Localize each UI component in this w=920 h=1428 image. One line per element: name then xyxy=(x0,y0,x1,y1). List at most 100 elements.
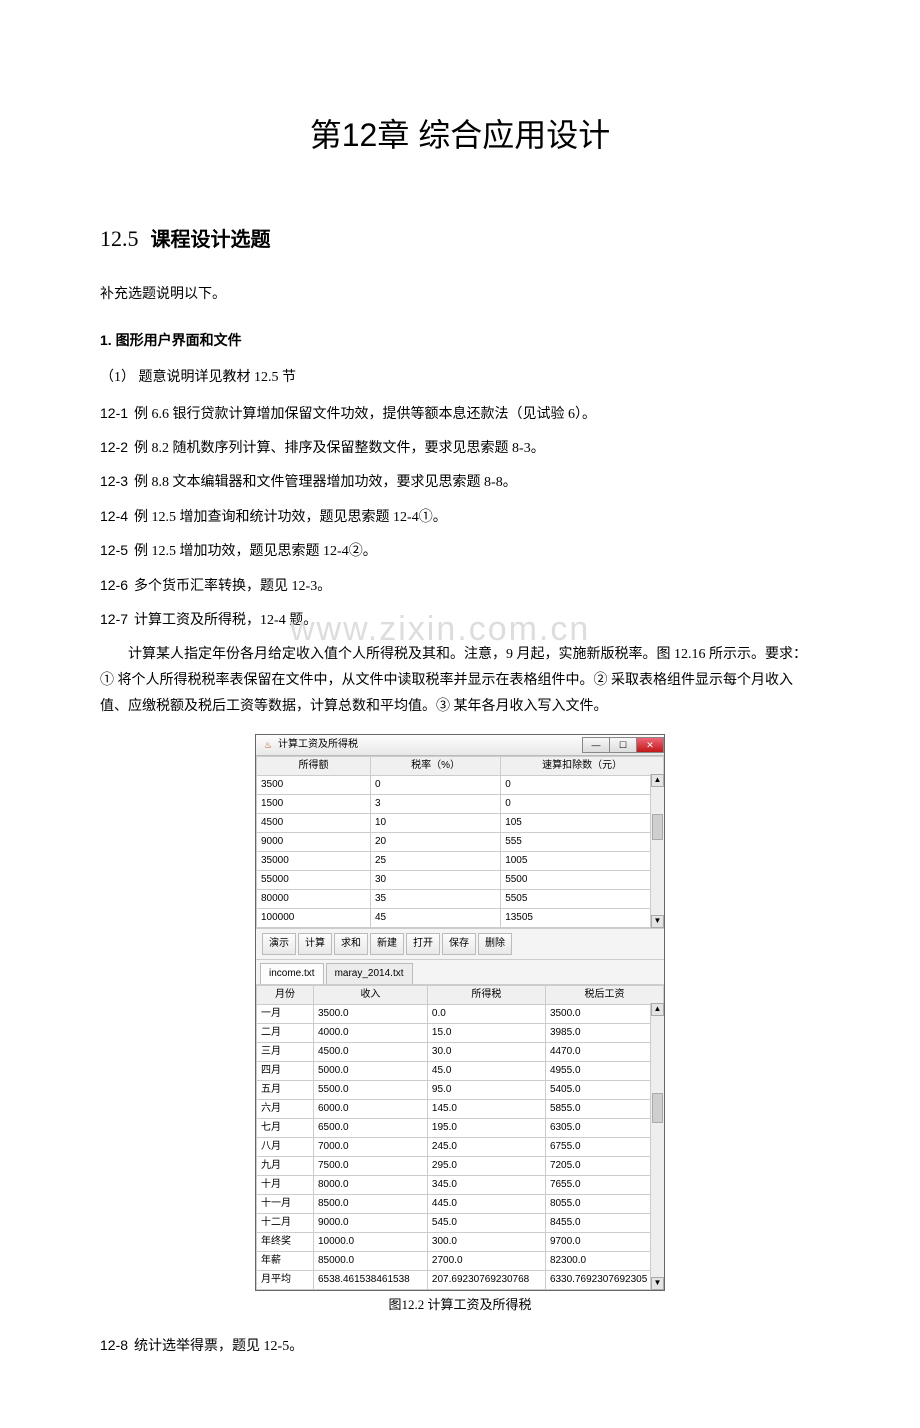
table-cell[interactable]: 100000 xyxy=(257,908,371,927)
table-cell[interactable]: 45 xyxy=(370,908,500,927)
table-cell[interactable]: 3985.0 xyxy=(545,1023,663,1042)
table-cell[interactable]: 45.0 xyxy=(427,1061,545,1080)
scroll-down-icon[interactable]: ▼ xyxy=(651,915,664,928)
table-cell[interactable]: 8500.0 xyxy=(313,1194,427,1213)
table-row[interactable]: 十一月8500.0445.08055.0 xyxy=(257,1194,664,1213)
scrollbar[interactable]: ▲ ▼ xyxy=(650,1003,664,1290)
table-cell[interactable]: 月平均 xyxy=(257,1270,314,1289)
sum-button[interactable]: 求和 xyxy=(334,933,368,955)
col-header[interactable]: 收入 xyxy=(313,985,427,1004)
table-row[interactable]: 月平均6538.461538461538207.6923076923076863… xyxy=(257,1270,664,1289)
table-cell[interactable]: 0 xyxy=(370,775,500,794)
table-row[interactable]: 1000004513505 xyxy=(257,908,664,927)
table-cell[interactable]: 0.0 xyxy=(427,1004,545,1023)
calc-button[interactable]: 计算 xyxy=(298,933,332,955)
table-cell[interactable]: 445.0 xyxy=(427,1194,545,1213)
table-cell[interactable]: 8000.0 xyxy=(313,1175,427,1194)
table-row[interactable]: 150030 xyxy=(257,794,664,813)
table-cell[interactable]: 十二月 xyxy=(257,1213,314,1232)
close-button[interactable]: ✕ xyxy=(636,737,664,753)
table-cell[interactable]: 5505 xyxy=(501,889,664,908)
minimize-button[interactable]: — xyxy=(582,737,610,753)
table-row[interactable]: 55000305500 xyxy=(257,870,664,889)
table-row[interactable]: 四月5000.045.04955.0 xyxy=(257,1061,664,1080)
table-cell[interactable]: 1500 xyxy=(257,794,371,813)
table-cell[interactable]: 7000.0 xyxy=(313,1137,427,1156)
table-cell[interactable]: 5000.0 xyxy=(313,1061,427,1080)
table-cell[interactable]: 10 xyxy=(370,813,500,832)
table-cell[interactable]: 2700.0 xyxy=(427,1251,545,1270)
table-cell[interactable]: 十月 xyxy=(257,1175,314,1194)
table-cell[interactable]: 80000 xyxy=(257,889,371,908)
table-cell[interactable]: 545.0 xyxy=(427,1213,545,1232)
scrollbar[interactable]: ▲ ▼ xyxy=(650,774,664,928)
table-cell[interactable]: 20 xyxy=(370,832,500,851)
table-row[interactable]: 十月8000.0345.07655.0 xyxy=(257,1175,664,1194)
table-cell[interactable]: 三月 xyxy=(257,1042,314,1061)
save-button[interactable]: 保存 xyxy=(442,933,476,955)
table-cell[interactable]: 345.0 xyxy=(427,1175,545,1194)
table-row[interactable]: 80000355505 xyxy=(257,889,664,908)
table-cell[interactable]: 85000.0 xyxy=(313,1251,427,1270)
table-row[interactable]: 900020555 xyxy=(257,832,664,851)
table-cell[interactable]: 300.0 xyxy=(427,1232,545,1251)
open-button[interactable]: 打开 xyxy=(406,933,440,955)
table-cell[interactable]: 35 xyxy=(370,889,500,908)
table-cell[interactable]: 4955.0 xyxy=(545,1061,663,1080)
table-cell[interactable]: 4500 xyxy=(257,813,371,832)
table-cell[interactable]: 245.0 xyxy=(427,1137,545,1156)
table-cell[interactable]: 五月 xyxy=(257,1080,314,1099)
table-row[interactable]: 年薪85000.02700.082300.0 xyxy=(257,1251,664,1270)
table-cell[interactable]: 3500.0 xyxy=(545,1004,663,1023)
table-cell[interactable]: 55000 xyxy=(257,870,371,889)
table-row[interactable]: 九月7500.0295.07205.0 xyxy=(257,1156,664,1175)
table-cell[interactable]: 6000.0 xyxy=(313,1099,427,1118)
table-row[interactable]: 十二月9000.0545.08455.0 xyxy=(257,1213,664,1232)
col-header[interactable]: 税率（%） xyxy=(370,756,500,775)
table-cell[interactable]: 10000.0 xyxy=(313,1232,427,1251)
table-row[interactable]: 六月6000.0145.05855.0 xyxy=(257,1099,664,1118)
table-cell[interactable]: 9700.0 xyxy=(545,1232,663,1251)
table-cell[interactable]: 年薪 xyxy=(257,1251,314,1270)
table-cell[interactable]: 555 xyxy=(501,832,664,851)
table-cell[interactable]: 105 xyxy=(501,813,664,832)
table-cell[interactable]: 7205.0 xyxy=(545,1156,663,1175)
table-cell[interactable]: 十一月 xyxy=(257,1194,314,1213)
scroll-up-icon[interactable]: ▲ xyxy=(651,1003,664,1016)
table-row[interactable]: 七月6500.0195.06305.0 xyxy=(257,1118,664,1137)
table-cell[interactable]: 六月 xyxy=(257,1099,314,1118)
table-cell[interactable]: 9000 xyxy=(257,832,371,851)
table-cell[interactable]: 0 xyxy=(501,775,664,794)
scroll-thumb[interactable] xyxy=(652,1093,663,1123)
table-cell[interactable]: 13505 xyxy=(501,908,664,927)
table-cell[interactable]: 8455.0 xyxy=(545,1213,663,1232)
table-cell[interactable]: 6538.461538461538 xyxy=(313,1270,427,1289)
table-row[interactable]: 350000 xyxy=(257,775,664,794)
table-cell[interactable]: 5500 xyxy=(501,870,664,889)
table-cell[interactable]: 5500.0 xyxy=(313,1080,427,1099)
table-cell[interactable]: 4500.0 xyxy=(313,1042,427,1061)
table-cell[interactable]: 207.69230769230768 xyxy=(427,1270,545,1289)
table-cell[interactable]: 3500.0 xyxy=(313,1004,427,1023)
table-cell[interactable]: 4000.0 xyxy=(313,1023,427,1042)
scroll-down-icon[interactable]: ▼ xyxy=(651,1277,664,1290)
table-cell[interactable]: 35000 xyxy=(257,851,371,870)
table-cell[interactable]: 3 xyxy=(370,794,500,813)
tab-income[interactable]: income.txt xyxy=(260,963,324,984)
table-cell[interactable]: 6305.0 xyxy=(545,1118,663,1137)
table-cell[interactable]: 5855.0 xyxy=(545,1099,663,1118)
table-cell[interactable]: 6330.7692307692305 xyxy=(545,1270,663,1289)
table-row[interactable]: 35000251005 xyxy=(257,851,664,870)
table-row[interactable]: 年终奖10000.0300.09700.0 xyxy=(257,1232,664,1251)
table-cell[interactable]: 6755.0 xyxy=(545,1137,663,1156)
table-cell[interactable]: 一月 xyxy=(257,1004,314,1023)
table-cell[interactable]: 八月 xyxy=(257,1137,314,1156)
col-header[interactable]: 月份 xyxy=(257,985,314,1004)
table-cell[interactable]: 0 xyxy=(501,794,664,813)
col-header[interactable]: 所得税 xyxy=(427,985,545,1004)
table-cell[interactable]: 145.0 xyxy=(427,1099,545,1118)
maximize-button[interactable]: ☐ xyxy=(609,737,637,753)
table-cell[interactable]: 30 xyxy=(370,870,500,889)
col-header[interactable]: 所得额 xyxy=(257,756,371,775)
table-cell[interactable]: 6500.0 xyxy=(313,1118,427,1137)
